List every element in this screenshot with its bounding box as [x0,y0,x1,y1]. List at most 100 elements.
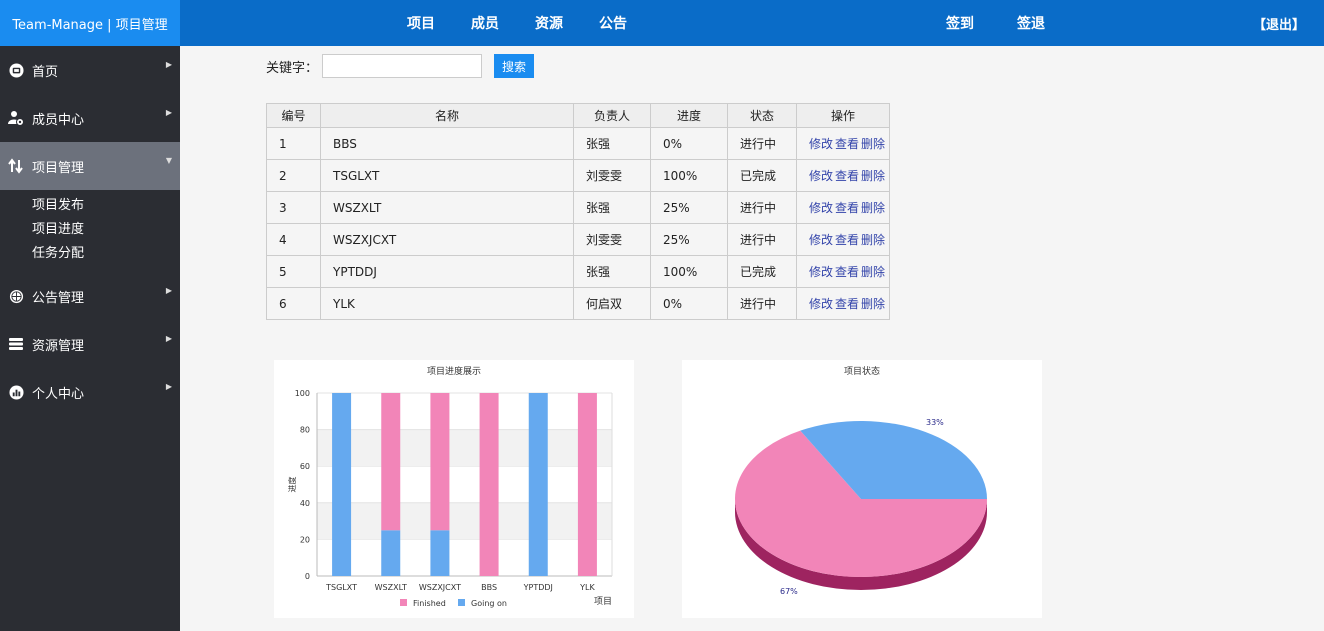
delete-link[interactable]: 删除 [861,233,885,247]
legend-swatch-finished [400,599,407,606]
sign-out-link[interactable]: 签退 [1017,13,1045,33]
view-link[interactable]: 查看 [835,169,859,183]
sidebar-item-profile[interactable]: 个人中心 ▶ [0,368,180,416]
y-tick-label: 60 [300,462,310,471]
x-tick-label: BBS [481,583,497,592]
edit-link[interactable]: 修改 [809,201,833,215]
sign-in-link[interactable]: 签到 [946,13,974,33]
chart-title: 项目进度展示 [426,367,481,377]
view-link[interactable]: 查看 [835,265,859,279]
col-status: 状态 [727,103,797,128]
cell-name: YLK [320,287,574,320]
chevron-right-icon: ▶ [165,286,172,295]
view-link[interactable]: 查看 [835,297,859,311]
legend-label-finished: Finished [413,599,446,608]
sidebar-item-resources[interactable]: 资源管理 ▶ [0,320,180,368]
logout-link[interactable]: 【退出】 [1253,0,1305,46]
home-icon [8,62,24,78]
y-axis-label: 进度 [287,477,297,493]
bar-going-on [528,393,548,576]
nav-announcements[interactable]: 公告 [599,13,627,33]
chart-title: 项目状态 [843,367,880,377]
bar-going-on [332,393,352,576]
cell-owner: 张强 [573,127,651,160]
transfer-icon [8,158,24,174]
cell-owner: 张强 [573,255,651,288]
view-link[interactable]: 查看 [835,201,859,215]
table-row: 1 BBS 张强 0% 进行中 修改 查看 删除 [266,127,890,160]
x-tick-label: WSZXLT [375,583,407,592]
search-input[interactable] [322,54,483,78]
bar-going-on [430,530,450,576]
bar-finished [479,393,499,576]
delete-link[interactable]: 删除 [861,169,885,183]
y-tick-label: 40 [300,499,310,508]
table-row: 3 WSZXLT 张强 25% 进行中 修改 查看 删除 [266,191,890,224]
project-submenu: 项目发布 项目进度 任务分配 [0,190,180,272]
cell-status: 进行中 [727,287,797,320]
cell-id: 5 [266,255,321,288]
sidebar-item-label: 项目管理 [32,160,85,176]
table-row: 6 YLK 何启双 0% 进行中 修改 查看 删除 [266,287,890,320]
sidebar-item-label: 首页 [32,64,59,80]
cell-status: 进行中 [727,127,797,160]
delete-link[interactable]: 删除 [861,137,885,151]
cell-name: WSZXLT [320,191,574,224]
edit-link[interactable]: 修改 [809,169,833,183]
x-tick-label: TSGLXT [325,583,357,592]
bar-finished [430,393,450,531]
cell-progress: 25% [650,223,728,256]
cell-status: 进行中 [727,223,797,256]
col-name: 名称 [320,103,574,128]
y-tick-label: 20 [300,535,310,544]
cell-actions: 修改 查看 删除 [796,191,890,224]
search-label: 关键字： [266,60,319,76]
submenu-item-progress[interactable]: 项目进度 [32,218,180,242]
brand-title: Team-Manage | 项目管理 [0,0,180,46]
x-tick-label: WSZXJCXT [419,583,461,592]
sidebar-item-label: 资源管理 [32,338,85,354]
col-actions: 操作 [796,103,890,128]
y-tick-label: 0 [305,572,310,581]
edit-link[interactable]: 修改 [809,265,833,279]
y-tick-label: 80 [300,426,310,435]
status-chart: 项目状态 33% 67% [682,360,1042,618]
cell-id: 3 [266,191,321,224]
sidebar-item-members[interactable]: 成员中心 ▶ [0,94,180,142]
cell-owner: 何启双 [573,287,651,320]
submenu-item-assign[interactable]: 任务分配 [32,242,180,266]
cell-owner: 刘雯雯 [573,223,651,256]
nav-resources[interactable]: 资源 [535,13,563,33]
cell-owner: 刘雯雯 [573,159,651,192]
cell-actions: 修改 查看 删除 [796,127,890,160]
sidebar-item-projects[interactable]: 项目管理 ▼ [0,142,180,190]
submenu-item-publish[interactable]: 项目发布 [32,194,180,218]
cell-name: WSZXJCXT [320,223,574,256]
delete-link[interactable]: 删除 [861,265,885,279]
delete-link[interactable]: 删除 [861,297,885,311]
globe-icon [8,288,24,304]
legend-swatch-going-on [458,599,465,606]
nav-members[interactable]: 成员 [471,13,499,33]
table-row: 4 WSZXJCXT 刘雯雯 25% 进行中 修改 查看 删除 [266,223,890,256]
edit-link[interactable]: 修改 [809,137,833,151]
edit-link[interactable]: 修改 [809,233,833,247]
cell-id: 4 [266,223,321,256]
nav-project[interactable]: 项目 [407,13,435,33]
search-bar: 关键字： 搜索 [266,54,535,78]
user-settings-icon [8,110,24,126]
project-table: 编号 名称 负责人 进度 状态 操作 1 BBS 张强 0% 进行中 修改 查看 删除 2 TSG… [266,103,890,320]
sidebar-item-home[interactable]: 首页 ▶ [0,46,180,94]
x-tick-label: YLK [579,583,595,592]
sidebar-item-announcements[interactable]: 公告管理 ▶ [0,272,180,320]
view-link[interactable]: 查看 [835,233,859,247]
cell-progress: 100% [650,159,728,192]
search-button[interactable]: 搜索 [494,54,535,78]
cell-id: 6 [266,287,321,320]
table-row: 2 TSGLXT 刘雯雯 100% 已完成 修改 查看 删除 [266,159,890,192]
edit-link[interactable]: 修改 [809,297,833,311]
cell-actions: 修改 查看 删除 [796,287,890,320]
cell-progress: 0% [650,287,728,320]
delete-link[interactable]: 删除 [861,201,885,215]
view-link[interactable]: 查看 [835,137,859,151]
